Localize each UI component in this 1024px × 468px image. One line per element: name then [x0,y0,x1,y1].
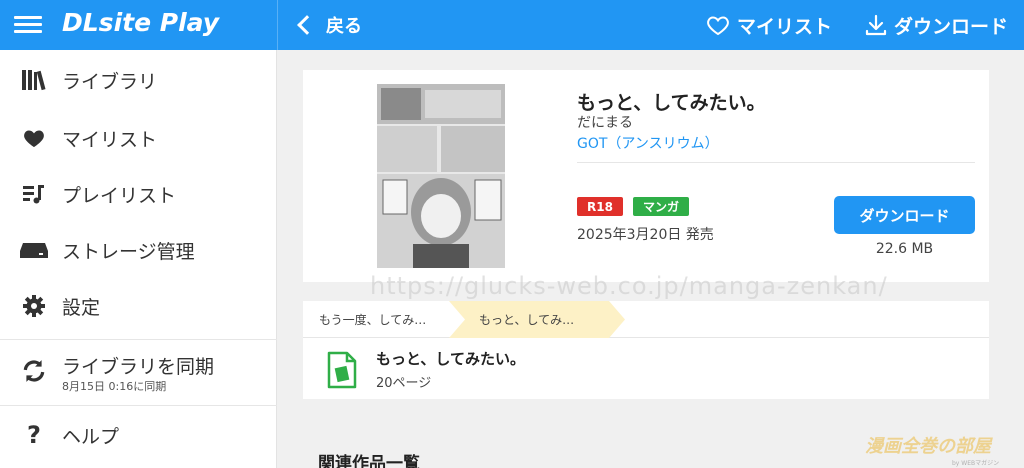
sidebar-item-label: 設定 [62,296,101,319]
file-size: 22.6 MB [875,241,934,257]
breadcrumb-label: もっと、してみ… [479,313,575,327]
sidebar: ライブラリ マイリスト プレイリスト ストレージ管理 設定 ライブラリを同期 8… [0,50,277,468]
hamburger-menu-icon[interactable] [14,12,42,38]
sidebar-item-mylist[interactable]: マイリスト [0,120,277,156]
gear-icon [20,292,48,320]
storage-icon [20,236,48,264]
volume-title[interactable]: もっと、してみたい。 [376,348,525,369]
download-header-label: ダウンロード [894,15,1009,38]
help-icon: ? [27,421,41,449]
sidebar-item-playlist[interactable]: プレイリスト [0,176,277,212]
product-card: もっと、してみたい。 だにまる GOT（アンスリウム） R18 マンガ 2025… [303,70,989,282]
sidebar-divider [0,405,277,406]
heart-icon [20,124,48,152]
sidebar-item-settings[interactable]: 設定 [0,288,277,324]
heart-outline-icon [707,16,729,36]
back-button[interactable]: 戻る [294,9,362,41]
watermark-url: https://glucks-web.co.jp/manga-zenkan/ [370,272,888,300]
product-divider [577,162,975,163]
sidebar-item-label: マイリスト [62,128,158,151]
sync-icon [20,357,48,385]
watermark-logo-sub: by WEBマガジン [952,460,1000,467]
product-author: だにまる [577,115,633,131]
sidebar-item-sync[interactable]: ライブラリを同期 8月15日 0:16に同期 [0,344,277,398]
sidebar-item-library[interactable]: ライブラリ [0,62,277,98]
app-logo: DLsite Play [62,8,220,37]
breadcrumb: もう一度、してみ… もっと、してみ… [303,301,989,338]
sidebar-item-label: ライブラリを同期 [62,356,215,378]
library-icon [20,66,48,94]
cover-image[interactable] [377,84,505,268]
related-works-heading: 関連作品一覧 [318,454,420,468]
header-divider [277,0,278,50]
back-button-label: 戻る [326,16,362,37]
product-title: もっと、してみたい。 [577,92,766,114]
volume-pages: 20ページ [376,376,432,391]
watermark-logo: 漫画全巻の部屋 [865,436,991,457]
r18-badge: R18 [577,197,623,216]
playlist-icon [20,180,48,208]
sidebar-item-label: プレイリスト [62,184,177,207]
sync-timestamp: 8月15日 0:16に同期 [62,380,167,393]
mylist-button-label: マイリスト [737,15,833,38]
sidebar-item-label: ヘルプ [62,425,120,448]
breadcrumb-item-current[interactable]: もっと、してみ… [449,301,625,338]
genre-badge: マンガ [633,197,690,216]
download-button[interactable]: ダウンロード [834,196,975,234]
sidebar-item-storage[interactable]: ストレージ管理 [0,232,277,268]
sidebar-item-help[interactable]: ? ヘルプ [0,417,277,453]
download-header-button[interactable]: ダウンロード [864,9,1008,41]
sidebar-item-label: ストレージ管理 [62,240,195,263]
breadcrumb-item-previous[interactable]: もう一度、してみ… [303,301,453,338]
top-app-bar: DLsite Play 戻る マイリスト ダウンロード [0,0,1024,50]
circle-link[interactable]: GOT（アンスリウム） [577,133,719,153]
sidebar-item-label: ライブラリ [62,70,158,93]
mylist-button[interactable]: マイリスト [705,9,832,41]
download-icon [865,14,887,36]
release-date: 2025年3月20日 発売 [577,227,714,243]
sidebar-divider [0,339,277,340]
chevron-left-icon [297,15,317,35]
volume-card: もう一度、してみ… もっと、してみ… もっと、してみたい。 20ページ [303,301,989,399]
book-file-icon [327,351,357,389]
